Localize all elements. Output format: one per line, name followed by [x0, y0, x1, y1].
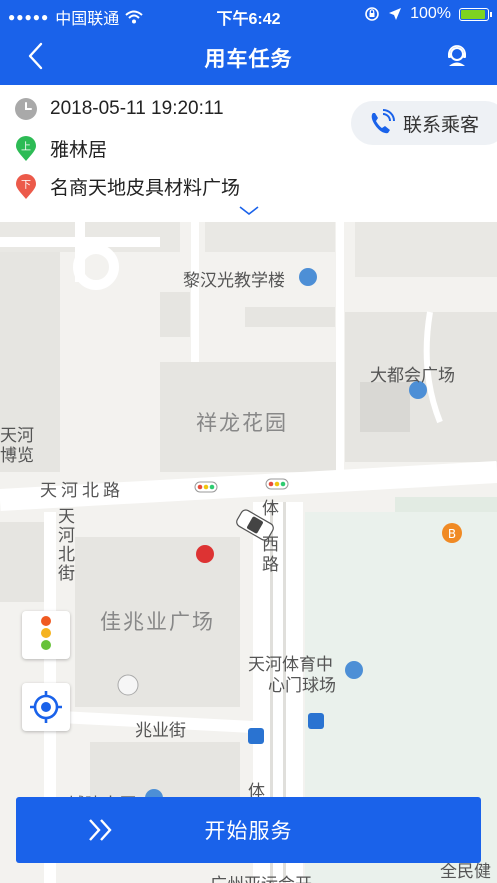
- dropoff-marker-icon: 下: [16, 173, 36, 199]
- map-label-road-left-v2: 北街: [58, 545, 75, 583]
- status-right: 100%: [364, 5, 492, 23]
- locate-button[interactable]: [22, 683, 70, 731]
- start-service-label: 开始服务: [204, 820, 293, 843]
- pickup-location: 雅林居: [50, 140, 108, 161]
- traffic-toggle-button[interactable]: [22, 611, 70, 659]
- contact-passenger-button[interactable]: 联系乘客: [351, 101, 497, 145]
- trip-time-row: 2018-05-11 19:20:11: [14, 97, 224, 121]
- nav-bar: 用车任务: [0, 28, 497, 85]
- map-label-road-tiyu-west: 西路: [262, 535, 279, 574]
- map-label-road-zhaoye: 兆业街: [135, 721, 186, 740]
- pickup-row: 上 雅林居: [14, 135, 107, 162]
- start-service-button[interactable]: 开始服务: [16, 797, 481, 863]
- pickup-badge-text: 上: [21, 141, 31, 153]
- trip-info-panel: 2018-05-11 19:20:11 上 雅林居 下 名商天地皮具材料广场 联…: [0, 85, 497, 222]
- battery-fill: [461, 9, 485, 19]
- map-label-bottom-center: 广州亚运会开: [210, 870, 312, 883]
- orientation-lock-icon: [365, 7, 379, 21]
- dropoff-location: 名商天地皮具材料广场: [50, 178, 241, 199]
- map-label-road-left-v1: 天河: [58, 507, 75, 545]
- map-label-plaza1: 大都会广场: [370, 366, 455, 385]
- double-chevron-right-icon: [89, 819, 112, 841]
- map-label-road-tiyu-top: 体: [262, 499, 279, 518]
- location-arrow-icon: [389, 8, 402, 20]
- map-label-left-edge2: 博览: [0, 446, 34, 465]
- map-label-garden: 祥龙花园: [196, 412, 288, 435]
- clock-icon: [15, 98, 37, 120]
- map-label-road-main: 天河北路: [40, 481, 124, 500]
- svg-text:B: B: [448, 527, 456, 541]
- map-label-stadium2: 心门球场: [268, 676, 336, 695]
- status-bar: ●●●●● 中国联通 下午6:42 100%: [0, 0, 497, 28]
- contact-passenger-label: 联系乘客: [403, 114, 480, 136]
- trip-datetime: 2018-05-11 19:20:11: [50, 98, 224, 119]
- battery-percent: 100%: [410, 5, 451, 22]
- pickup-marker-icon: 上: [16, 135, 36, 161]
- map-label-school: 黎汉光教学楼: [183, 271, 285, 290]
- page-title: 用车任务: [204, 48, 293, 71]
- traffic-light-icon: [41, 616, 51, 650]
- dropoff-row: 下 名商天地皮具材料广场: [14, 173, 240, 200]
- map-label-plaza2: 佳兆业广场: [100, 611, 215, 634]
- dropoff-badge-text: 下: [21, 180, 31, 191]
- phone-icon: [371, 109, 395, 134]
- battery-icon: [459, 7, 492, 21]
- locate-icon: [30, 691, 62, 723]
- customer-service-icon[interactable]: [445, 44, 469, 68]
- map-view[interactable]: B 黎汉光教学楼 大都会广场 祥龙花园 天河北路 天河 北街 体 西路 佳兆业广…: [0, 222, 497, 883]
- chevron-down-icon[interactable]: [238, 205, 260, 217]
